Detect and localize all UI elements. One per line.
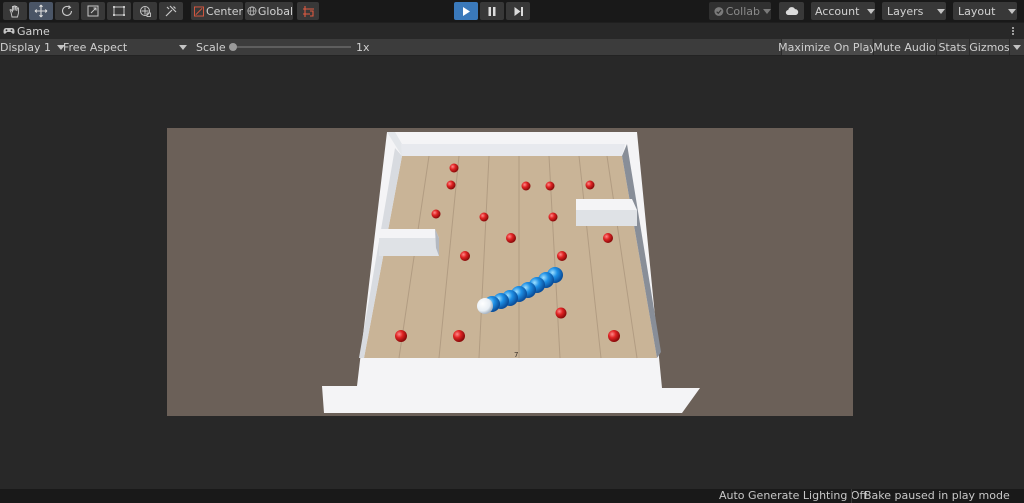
red-ball <box>555 307 567 319</box>
collab-check-icon <box>714 6 724 16</box>
red-ball <box>446 180 456 190</box>
account-dropdown[interactable]: Account <box>811 2 876 20</box>
chevron-down-icon <box>867 8 876 14</box>
rotate-icon <box>61 5 73 16</box>
display-label: Display 1 <box>0 40 52 54</box>
red-ball <box>449 163 459 173</box>
display-dropdown[interactable]: Display 1 <box>0 39 66 55</box>
scale-icon <box>87 5 99 17</box>
rotate-tool-button[interactable] <box>55 2 79 20</box>
kebab-menu-icon <box>1012 27 1014 35</box>
chevron-down-icon <box>1008 8 1017 14</box>
tab-game[interactable]: Game <box>0 23 50 39</box>
custom-tool-button[interactable] <box>159 2 183 20</box>
tab-menu-button[interactable] <box>1009 25 1017 37</box>
pivot-mode-label: Center <box>205 4 243 18</box>
red-ball <box>585 180 595 190</box>
left-divider-top <box>379 229 439 238</box>
transform-icon <box>140 6 151 17</box>
red-ball <box>557 251 567 261</box>
cloud-button[interactable] <box>779 2 804 20</box>
step-icon <box>514 6 523 16</box>
collab-dropdown[interactable]: Collab <box>709 2 771 20</box>
scale-slider[interactable] <box>229 43 351 51</box>
step-button[interactable] <box>506 2 530 20</box>
right-divider-top <box>576 199 637 210</box>
red-ball <box>608 330 620 342</box>
left-divider-front <box>379 238 439 256</box>
gizmos-dropdown[interactable] <box>1009 39 1024 55</box>
layout-dropdown[interactable]: Layout <box>953 2 1017 20</box>
rect-icon <box>113 6 125 16</box>
pause-button[interactable] <box>480 2 504 20</box>
game-viewport: 7 <box>0 56 1024 489</box>
right-divider-front <box>576 210 637 226</box>
cloud-icon <box>785 7 798 16</box>
account-label: Account <box>815 4 860 18</box>
pivot-space-button[interactable]: Global <box>245 2 293 20</box>
scale-value: 1x <box>356 40 370 54</box>
red-ball <box>395 330 407 342</box>
gizmos-toggle[interactable]: Gizmos <box>969 39 1010 55</box>
red-ball <box>548 212 558 222</box>
transform-tool-button[interactable] <box>133 2 157 20</box>
layers-dropdown[interactable]: Layers <box>882 2 946 20</box>
rect-tool-button[interactable] <box>107 2 131 20</box>
game-tab-bar: Game <box>0 22 1024 39</box>
aspect-dropdown[interactable]: Free Aspect <box>63 39 189 55</box>
play-icon <box>463 6 470 16</box>
layers-label: Layers <box>887 4 924 18</box>
status-bar: Auto Generate Lighting Off Bake paused i… <box>0 489 1024 503</box>
red-ball <box>479 212 489 222</box>
pivot-space-label: Global <box>257 4 293 18</box>
pause-icon <box>488 6 496 16</box>
scale-tool-button[interactable] <box>81 2 105 20</box>
pivot-center-icon <box>194 6 204 16</box>
main-toolbar: Center Global Collab Account Layers Layo… <box>0 0 1024 22</box>
red-ball <box>521 181 531 191</box>
chevron-down-icon <box>937 8 946 14</box>
scale-slider-track <box>229 46 351 48</box>
aspect-label: Free Aspect <box>63 40 128 54</box>
snap-button[interactable] <box>297 2 319 20</box>
stats-toggle[interactable]: Stats <box>936 39 968 55</box>
game-render[interactable]: 7 <box>167 128 853 416</box>
game-view-toolbar: Display 1 Free Aspect Scale 1x Maximize … <box>0 39 1024 56</box>
move-icon <box>34 4 48 18</box>
collab-label: Collab <box>725 4 760 18</box>
pivot-mode-button[interactable]: Center <box>191 2 243 20</box>
move-tool-button[interactable] <box>29 2 53 20</box>
scale-slider-thumb[interactable] <box>229 43 237 51</box>
mute-audio-toggle[interactable]: Mute Audio <box>873 39 936 55</box>
chevron-down-icon <box>179 45 187 50</box>
chevron-down-icon <box>1013 44 1021 50</box>
gamepad-icon <box>3 28 15 34</box>
maximize-on-play-toggle[interactable]: Maximize On Play <box>778 39 876 55</box>
red-ball <box>545 181 555 191</box>
hand-tool-button[interactable] <box>3 2 27 20</box>
arena-floor <box>364 156 657 358</box>
score-text: 7 <box>514 351 518 359</box>
bake-status: Bake paused in play mode <box>864 489 1010 502</box>
play-button[interactable] <box>454 2 478 20</box>
snake-head <box>477 298 493 314</box>
wall-inner-back <box>401 144 625 156</box>
game-scene: 7 <box>322 132 700 413</box>
globe-icon <box>247 6 257 16</box>
scale-label: Scale <box>196 40 226 54</box>
red-ball <box>431 209 441 219</box>
grid-snap-icon <box>302 5 314 17</box>
auto-lighting-status[interactable]: Auto Generate Lighting Off <box>719 489 867 503</box>
red-ball <box>453 330 465 342</box>
red-ball <box>460 251 470 261</box>
chevron-down-icon <box>763 8 771 14</box>
red-ball <box>506 233 516 243</box>
tab-game-label: Game <box>17 24 50 38</box>
hand-icon <box>9 5 19 18</box>
status-divider <box>851 489 852 503</box>
layout-label: Layout <box>958 4 996 18</box>
red-ball <box>603 233 613 243</box>
custom-tool-icon <box>165 5 177 17</box>
